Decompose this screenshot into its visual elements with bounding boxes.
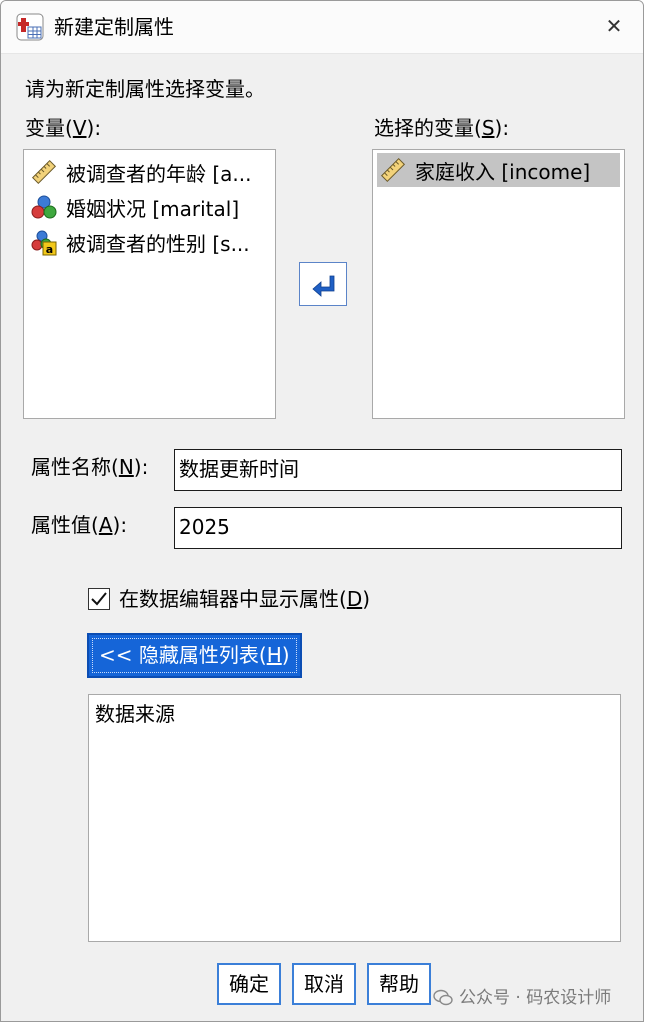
attribute-name-label: 属性名称(N): — [31, 455, 149, 479]
ok-button[interactable]: 确定 — [217, 963, 281, 1005]
list-item[interactable]: 婚姻状况 [marital] — [30, 190, 270, 224]
list-item[interactable]: 被调查者的年龄 [a... — [30, 155, 270, 189]
show-in-editor-label[interactable]: 在数据编辑器中显示属性(D) — [119, 587, 370, 611]
svg-text:a: a — [46, 243, 53, 256]
watermark-text: 公众号 · 码农设计师 — [459, 988, 612, 1008]
selected-variables-listbox[interactable]: 家庭收入 [income] — [372, 149, 625, 419]
new-custom-attribute-dialog: 新建定制属性 ✕ 请为新定制属性选择变量。 变量(V): 选择的变量(S): 被… — [0, 0, 644, 1022]
list-item-label: 家庭收入 [income] — [415, 159, 591, 184]
move-variable-button[interactable] — [299, 262, 347, 306]
title-bar: 新建定制属性 ✕ — [1, 1, 643, 54]
window-title: 新建定制属性 — [54, 15, 174, 39]
close-icon[interactable]: ✕ — [601, 13, 627, 39]
attribute-name-input[interactable]: 数据更新时间 — [174, 449, 622, 491]
cancel-button[interactable]: 取消 — [292, 963, 356, 1005]
focus-ring — [92, 638, 297, 673]
selected-variables-label: 选择的变量(S): — [374, 116, 510, 140]
help-button[interactable]: 帮助 — [367, 963, 431, 1005]
scale-ruler-icon — [380, 157, 406, 183]
wechat-icon — [433, 989, 453, 1006]
scale-ruler-icon — [31, 159, 57, 185]
nominal-string-icon: a — [31, 230, 57, 256]
watermark: 公众号 · 码农设计师 — [433, 986, 611, 1010]
arrow-left-icon — [312, 275, 335, 297]
list-item-label: 被调查者的年龄 [a... — [66, 161, 252, 186]
instruction-text: 请为新定制属性选择变量。 — [25, 77, 265, 101]
variables-listbox[interactable]: 被调查者的年龄 [a... 婚姻状况 [marital] a 被调查者的性别 [… — [23, 149, 276, 419]
hide-attribute-list-button[interactable]: << 隐藏属性列表(H) — [87, 633, 302, 678]
checkmark-icon — [91, 592, 107, 606]
attribute-value-label: 属性值(A): — [31, 513, 128, 537]
nominal-circles-icon — [31, 195, 57, 219]
attribute-value-input[interactable]: 2025 — [174, 507, 622, 549]
list-item-label: 被调查者的性别 [s... — [66, 231, 250, 256]
list-item[interactable]: a 被调查者的性别 [s... — [30, 225, 270, 259]
variables-label: 变量(V): — [25, 116, 102, 140]
show-in-editor-checkbox[interactable] — [88, 588, 110, 610]
app-icon — [16, 13, 44, 41]
list-item[interactable]: 家庭收入 [income] — [377, 153, 620, 187]
list-item-label: 婚姻状况 [marital] — [66, 196, 240, 221]
list-item[interactable]: 数据来源 — [95, 702, 614, 726]
attribute-list[interactable]: 数据来源 — [88, 694, 621, 942]
